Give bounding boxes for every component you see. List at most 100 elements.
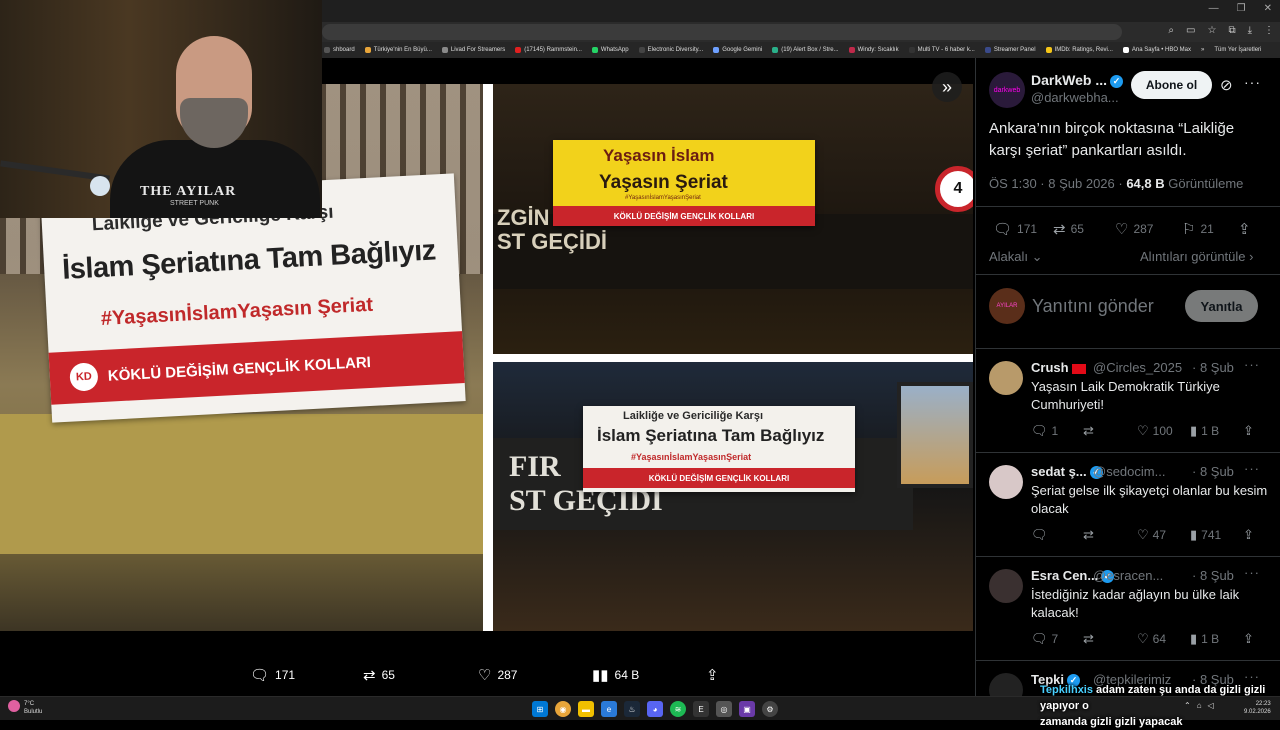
extensions-icon[interactable]: ⧉ xyxy=(1228,25,1235,36)
chrome-icon[interactable]: ◉ xyxy=(555,701,571,717)
bookmark-item[interactable]: (17145) Rammstein... xyxy=(515,47,582,53)
avatar[interactable] xyxy=(989,465,1023,499)
reply-share[interactable]: ⇪ xyxy=(1243,631,1254,647)
reply-views[interactable]: ▮ 1 B xyxy=(1190,423,1219,439)
bookmark-label: WhatsApp xyxy=(600,47,629,53)
view-quotes-link[interactable]: Alıntıları görüntüle › xyxy=(1140,249,1253,264)
bookmark-item[interactable]: Ana Sayfa • HBO Max xyxy=(1122,47,1191,53)
reply-input[interactable]: Yanıtını gönder xyxy=(1032,296,1154,317)
like-stat[interactable]: ♡ 287 xyxy=(1115,220,1153,238)
photo-top-right[interactable]: ZGİN K ST GEÇİDİ Yaşasın İslam Yaşasın Ş… xyxy=(493,84,973,354)
spotify-icon[interactable]: ≋ xyxy=(670,701,686,717)
epic-games-icon[interactable]: E xyxy=(693,701,709,717)
reply-views[interactable]: ▮ 741 xyxy=(1190,527,1221,543)
reply-repost[interactable]: ⇄ xyxy=(1083,527,1098,543)
grok-icon[interactable]: ⊘ xyxy=(1220,76,1233,94)
app-icon[interactable]: ▣ xyxy=(739,701,755,717)
author-handle[interactable]: @darkwebha... xyxy=(1031,90,1119,105)
zoom-icon[interactable]: ⌕ xyxy=(1168,25,1174,36)
url-field[interactable] xyxy=(322,24,1122,40)
photo-bottom-right[interactable]: FIR ST GEÇİDİ Laikliğe ve Gericiliğe Kar… xyxy=(493,362,973,631)
share-icon: ⇪ xyxy=(1243,423,1254,438)
repost-action[interactable]: ⇄ 65 xyxy=(363,666,395,684)
close-icon[interactable]: ✕ xyxy=(1264,3,1272,14)
weather-widget[interactable]: 7°C Bulutlu xyxy=(8,700,42,716)
bookmark-item[interactable]: WhatsApp xyxy=(591,47,629,53)
more-icon[interactable]: ··· xyxy=(1244,565,1260,580)
expand-icon[interactable]: » xyxy=(932,72,962,102)
share-action[interactable]: ⇪ xyxy=(706,666,719,684)
avatar[interactable] xyxy=(989,673,1023,696)
author-name[interactable]: DarkWeb ... ✓ xyxy=(1031,72,1123,88)
reply-share[interactable]: ⇪ xyxy=(1243,527,1254,543)
share-stat[interactable]: ⇪ xyxy=(1238,220,1251,238)
bookmark-star-icon[interactable]: ☆ xyxy=(1207,25,1216,36)
bookmark-stat[interactable]: ⚐ 21 xyxy=(1182,220,1214,238)
avatar[interactable]: darkweb xyxy=(989,72,1025,108)
banner-line-1: Yaşasın İslam xyxy=(603,146,715,165)
settings-icon[interactable]: ⚙ xyxy=(762,701,778,717)
minimize-icon[interactable]: — xyxy=(1209,3,1219,14)
bookmarks-overflow-icon[interactable]: » xyxy=(1201,47,1204,53)
reply-item[interactable]: Esra Cen... ✓ @esracen... · 8 Şub ··· İstediğ… xyxy=(976,556,1280,660)
cast-icon[interactable]: ▭ xyxy=(1186,25,1195,36)
reply-stat[interactable]: 🗨 171 xyxy=(993,220,1037,238)
reply-item[interactable]: Crush @Circles_2025 · 8 Şub ··· Yaşasın Laik… xyxy=(976,348,1280,452)
steam-icon[interactable]: ♨ xyxy=(624,701,640,717)
reply-action[interactable]: 🗨 171 xyxy=(250,666,295,684)
heart-icon: ♡ xyxy=(1137,527,1149,542)
reply-like[interactable]: ♡ 64 xyxy=(1137,631,1166,647)
restore-icon[interactable]: ❐ xyxy=(1237,3,1246,14)
reply-handle[interactable]: @esracen... xyxy=(1093,568,1163,583)
reply-repost[interactable]: ⇄ xyxy=(1083,631,1098,647)
views-action[interactable]: ▮▮ 64 B xyxy=(592,666,639,684)
bookmark-item[interactable]: Electronic Diversity... xyxy=(638,47,703,53)
reply-like[interactable]: ♡ 47 xyxy=(1137,527,1166,543)
more-icon[interactable]: ··· xyxy=(1244,357,1260,372)
repost-stat[interactable]: ⇄ 65 xyxy=(1053,220,1084,238)
download-icon[interactable]: ⤓ xyxy=(1248,25,1252,36)
reply-date[interactable]: · 8 Şub xyxy=(1192,464,1234,479)
bookmark-item[interactable]: IMDb: Ratings, Revi... xyxy=(1045,47,1113,53)
obs-icon[interactable]: ◎ xyxy=(716,701,732,717)
start-icon[interactable]: ⊞ xyxy=(532,701,548,717)
reply-date[interactable]: · 8 Şub xyxy=(1192,360,1234,375)
reply-author[interactable]: Crush xyxy=(1031,360,1089,375)
reply-handle[interactable]: @Circles_2025 xyxy=(1093,360,1182,375)
avatar[interactable] xyxy=(989,361,1023,395)
reply-share[interactable]: ⇪ xyxy=(1243,423,1254,439)
bookmark-item[interactable]: Türkiye'nin En Büyü... xyxy=(364,47,432,53)
reply-handle[interactable]: @sedocim... xyxy=(1093,464,1165,479)
sort-dropdown[interactable]: Alakalı ⌄ xyxy=(989,249,1043,265)
reply-reply[interactable]: 🗨 xyxy=(1031,527,1052,543)
more-icon[interactable]: ··· xyxy=(1244,461,1260,476)
bookmark-label: Streamer Panel xyxy=(993,47,1036,53)
bookmark-favicon-icon xyxy=(515,47,522,53)
like-action[interactable]: ♡ 287 xyxy=(478,666,517,684)
reply-repost[interactable]: ⇄ xyxy=(1083,423,1098,439)
follow-button[interactable]: Abone ol xyxy=(1131,71,1212,99)
bookmark-item[interactable]: shboard xyxy=(324,47,355,53)
reply-date[interactable]: · 8 Şub xyxy=(1192,568,1234,583)
reply-button[interactable]: Yanıtla xyxy=(1185,290,1258,322)
reply-reply[interactable]: 🗨 7 xyxy=(1031,631,1058,647)
edge-icon[interactable]: e xyxy=(601,701,617,717)
file-explorer-icon[interactable]: ▬ xyxy=(578,701,594,717)
menu-icon[interactable]: ⋮ xyxy=(1264,25,1274,36)
bookmark-item[interactable]: Windy: Sıcaklık xyxy=(848,47,899,53)
reply-like[interactable]: ♡ 100 xyxy=(1137,423,1173,439)
bookmark-item[interactable]: Multi TV - 6 haber k... xyxy=(908,47,975,53)
reply-views[interactable]: ▮ 1 B xyxy=(1190,631,1219,647)
reply-reply[interactable]: 🗨 1 xyxy=(1031,423,1058,439)
tweet-time[interactable]: ÖS 1:30 · 8 Şub 2026 · xyxy=(989,176,1123,191)
bookmark-item[interactable]: Google Gemini xyxy=(713,47,762,53)
reply-item[interactable]: sedat ş... ✓ @sedocim... · 8 Şub ··· Şeriat g… xyxy=(976,452,1280,556)
all-bookmarks-folder[interactable]: Tüm Yer İşaretleri xyxy=(1214,47,1261,53)
reply-author[interactable]: sedat ş... ✓ xyxy=(1031,464,1103,480)
more-icon[interactable]: ··· xyxy=(1244,74,1261,90)
discord-icon[interactable]: ◕ xyxy=(647,701,663,717)
bookmark-item[interactable]: Streamer Panel xyxy=(984,47,1036,53)
bookmark-item[interactable]: (19) Alert Box / Stre... xyxy=(772,47,839,53)
avatar[interactable] xyxy=(989,569,1023,603)
bookmark-item[interactable]: Livad For Streamers xyxy=(441,47,505,53)
